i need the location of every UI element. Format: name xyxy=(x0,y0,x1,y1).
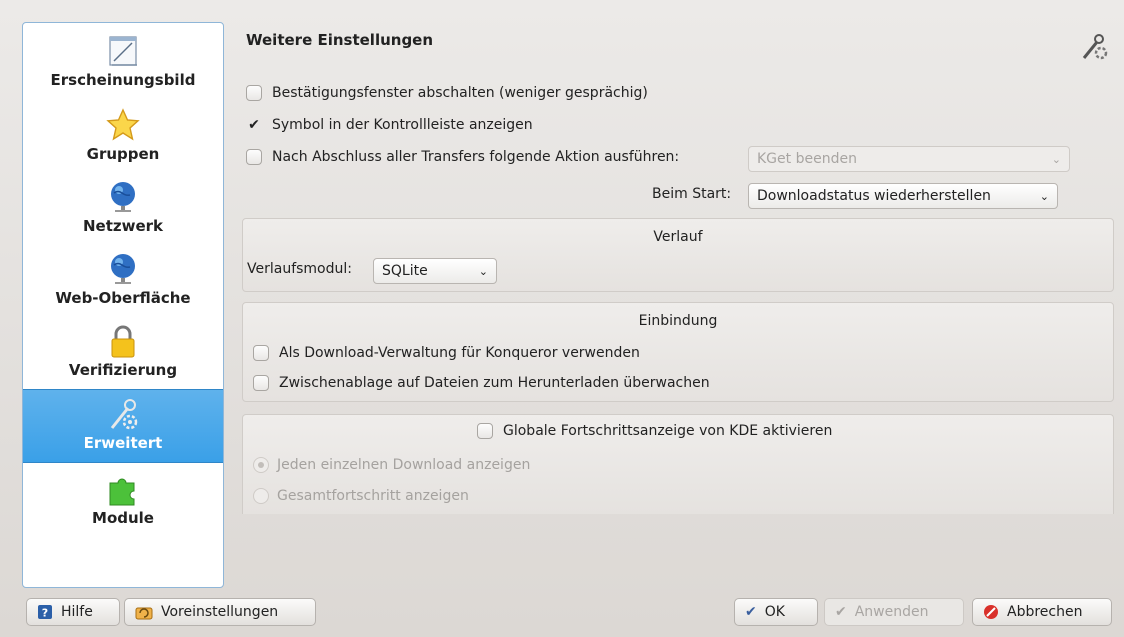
checkbox-label: Bestätigungsfenster abschalten (weniger … xyxy=(272,85,648,101)
sidebar-item-plugins[interactable]: Module xyxy=(23,471,223,527)
button-label: Abbrechen xyxy=(1007,604,1083,620)
disable-confirm-checkbox[interactable]: Bestätigungsfenster abschalten (weniger … xyxy=(246,85,648,101)
button-label: Anwenden xyxy=(854,604,929,620)
sidebar-item-label: Web-Oberfläche xyxy=(55,289,191,307)
history-backend-label: Verlaufsmodul: xyxy=(247,261,352,277)
appearance-icon xyxy=(104,33,142,69)
checkbox-box[interactable] xyxy=(246,149,262,165)
button-label: OK xyxy=(764,604,785,620)
globe-icon xyxy=(104,179,142,215)
checkbox-box[interactable] xyxy=(477,423,493,439)
cancel-icon xyxy=(983,604,999,620)
sidebar-item-web-interface[interactable]: Web-Oberfläche xyxy=(23,251,223,307)
button-label: Hilfe xyxy=(61,604,93,620)
radio-label: Jeden einzelnen Download anzeigen xyxy=(277,457,531,473)
tools-icon xyxy=(104,396,142,432)
checkbox-label: Globale Fortschrittsanzeige von KDE akti… xyxy=(503,423,833,439)
radio-button[interactable] xyxy=(253,488,269,504)
puzzle-icon xyxy=(104,471,142,507)
history-group: Verlauf Verlaufsmodul: SQLite ⌄ xyxy=(242,218,1114,292)
checkbox-label: Symbol in der Kontrollleiste anzeigen xyxy=(272,117,533,133)
integration-group: Einbindung Als Download-Verwaltung für K… xyxy=(242,302,1114,402)
ok-button[interactable]: ✔ OK xyxy=(734,598,818,626)
globe-icon xyxy=(104,251,142,287)
select-value: KGet beenden xyxy=(757,151,857,167)
tools-icon xyxy=(1080,30,1110,62)
progress-total-radio[interactable]: Gesamtfortschritt anzeigen xyxy=(253,488,469,504)
sidebar-item-label: Netzwerk xyxy=(82,217,164,235)
cancel-button[interactable]: Abbrechen xyxy=(972,598,1112,626)
after-finish-checkbox[interactable]: Nach Abschluss aller Transfers folgende … xyxy=(246,149,679,165)
chevron-down-icon: ⌄ xyxy=(478,264,488,278)
svg-text:?: ? xyxy=(42,607,48,620)
history-backend-select[interactable]: SQLite ⌄ xyxy=(373,258,497,284)
global-progress-checkbox[interactable]: Globale Fortschrittsanzeige von KDE akti… xyxy=(477,423,832,439)
after-finish-action-select[interactable]: KGet beenden ⌄ xyxy=(748,146,1070,172)
checkbox-box[interactable] xyxy=(246,85,262,101)
group-title: Verlauf xyxy=(653,229,703,245)
button-label: Voreinstellungen xyxy=(161,604,279,620)
category-sidebar: Erscheinungsbild Gruppen Netzwerk Web-Ob… xyxy=(22,22,224,588)
star-icon xyxy=(104,107,142,143)
progress-group: Globale Fortschrittsanzeige von KDE akti… xyxy=(242,414,1114,514)
checkbox-box[interactable] xyxy=(253,345,269,361)
checkbox-box[interactable] xyxy=(253,375,269,391)
sidebar-item-label: Erscheinungsbild xyxy=(50,71,196,89)
sidebar-item-advanced[interactable]: Erweitert xyxy=(23,389,223,463)
sidebar-item-label: Gruppen xyxy=(86,145,160,163)
help-button[interactable]: ? Hilfe xyxy=(26,598,120,626)
chevron-down-icon: ⌄ xyxy=(1039,189,1049,203)
progress-each-radio[interactable]: Jeden einzelnen Download anzeigen xyxy=(253,457,530,473)
tray-icon-checkbox[interactable]: ✔ Symbol in der Kontrollleiste anzeigen xyxy=(246,117,533,133)
apply-button[interactable]: ✔ Anwenden xyxy=(824,598,964,626)
on-start-select[interactable]: Downloadstatus wiederherstellen ⌄ xyxy=(748,183,1058,209)
select-value: SQLite xyxy=(382,263,428,279)
help-icon: ? xyxy=(37,604,53,620)
checkbox-label: Zwischenablage auf Dateien zum Herunterl… xyxy=(279,375,710,391)
defaults-icon xyxy=(135,604,153,620)
konqueror-checkbox[interactable]: Als Download-Verwaltung für Konqueror ve… xyxy=(253,345,640,361)
select-value: Downloadstatus wiederherstellen xyxy=(757,188,991,204)
radio-label: Gesamtfortschritt anzeigen xyxy=(277,488,469,504)
group-title: Einbindung xyxy=(638,313,718,329)
sidebar-item-groups[interactable]: Gruppen xyxy=(23,107,223,163)
checkmark-icon[interactable]: ✔ xyxy=(246,117,262,133)
check-icon: ✔ xyxy=(835,604,847,620)
defaults-button[interactable]: Voreinstellungen xyxy=(124,598,316,626)
sidebar-item-verification[interactable]: Verifizierung xyxy=(23,323,223,379)
on-start-label-text: Beim Start: xyxy=(652,186,732,202)
checkbox-label: Als Download-Verwaltung für Konqueror ve… xyxy=(279,345,640,361)
checkbox-label: Nach Abschluss aller Transfers folgende … xyxy=(272,149,680,165)
clipboard-checkbox[interactable]: Zwischenablage auf Dateien zum Herunterl… xyxy=(253,375,710,391)
sidebar-item-appearance[interactable]: Erscheinungsbild xyxy=(23,33,223,89)
sidebar-item-network[interactable]: Netzwerk xyxy=(23,179,223,235)
on-start-label: Beim Start: xyxy=(652,186,731,202)
page-title: Weitere Einstellungen xyxy=(246,31,434,49)
check-icon: ✔ xyxy=(745,604,757,620)
chevron-down-icon: ⌄ xyxy=(1051,152,1061,166)
radio-button[interactable] xyxy=(253,457,269,473)
sidebar-item-label: Verifizierung xyxy=(68,361,178,379)
sidebar-item-label: Erweitert xyxy=(83,434,163,452)
sidebar-item-label: Module xyxy=(92,509,154,527)
history-backend-row: Verlaufsmodul: xyxy=(247,261,360,277)
lock-icon xyxy=(104,323,142,359)
